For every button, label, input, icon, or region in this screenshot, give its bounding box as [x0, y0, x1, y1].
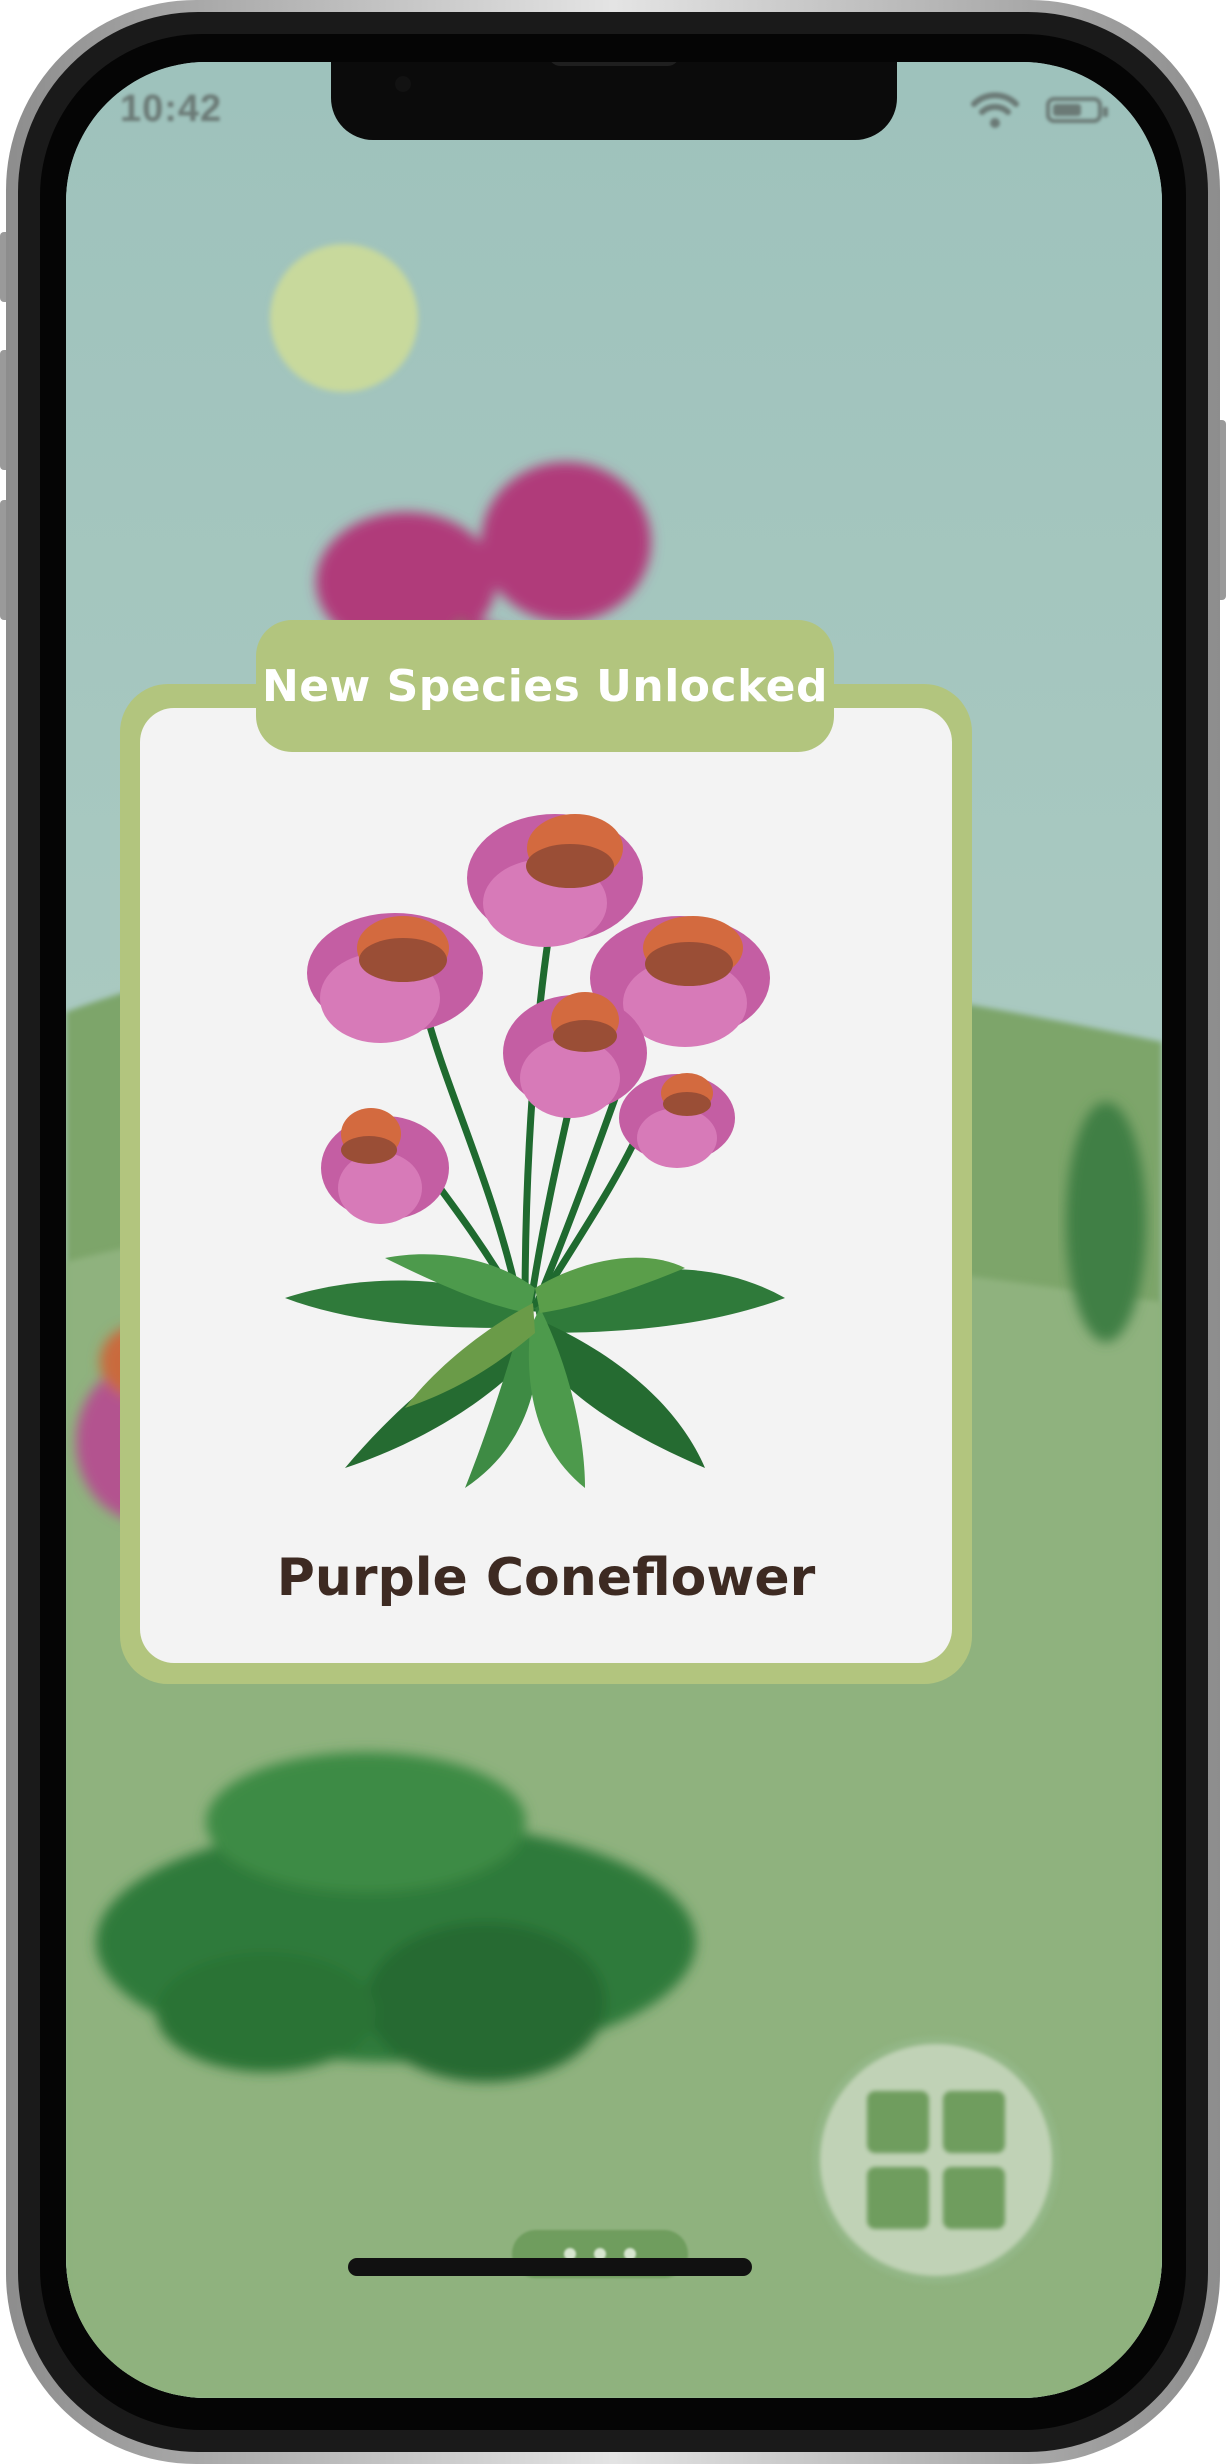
status-time: 10:42	[120, 88, 223, 130]
species-card-body: Purple Coneflower	[140, 708, 952, 1663]
notch	[331, 62, 897, 140]
front-camera	[395, 76, 411, 92]
home-indicator[interactable]	[348, 2258, 752, 2276]
badge-label: New Species Unlocked	[261, 660, 829, 712]
wifi-icon	[971, 92, 1019, 128]
speaker	[549, 62, 679, 66]
purple-coneflower-illustration	[285, 814, 785, 1488]
species-unlock-card[interactable]: Purple Coneflower	[120, 684, 972, 1684]
battery-icon	[1046, 97, 1108, 123]
status-icons	[970, 90, 1108, 130]
grid-menu-button[interactable]	[820, 2044, 1052, 2276]
unlock-badge: New Species Unlocked	[256, 620, 834, 752]
species-name: Purple Coneflower	[276, 1548, 816, 1608]
grid-icon	[867, 2091, 1005, 2229]
